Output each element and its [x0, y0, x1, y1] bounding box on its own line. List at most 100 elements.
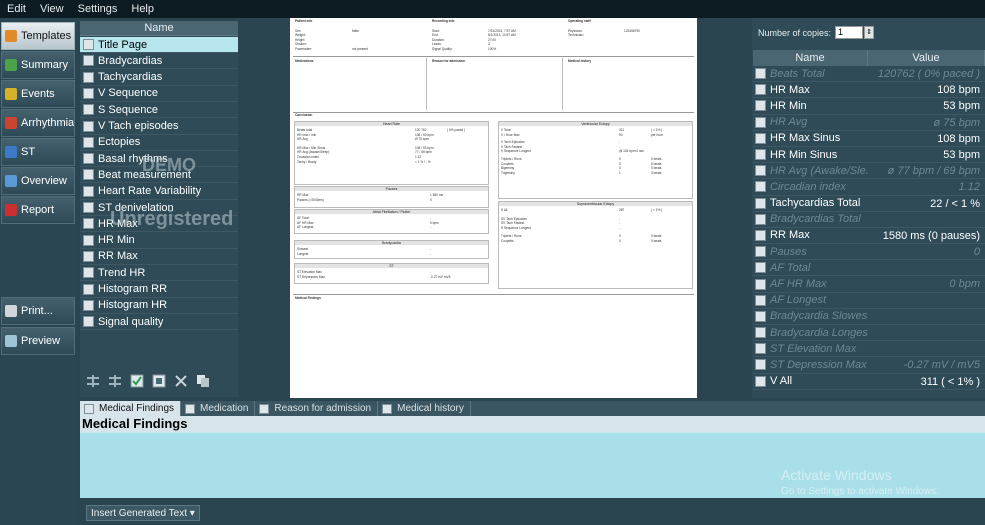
list-item[interactable]: Heart Rate Variability: [80, 184, 238, 200]
list-item[interactable]: ST denivelation: [80, 200, 238, 216]
value-row[interactable]: Bradycardia Longest: [753, 325, 985, 342]
list-item[interactable]: RR Max: [80, 249, 238, 265]
value-row[interactable]: AF Longest: [753, 293, 985, 309]
list-item[interactable]: HR Max: [80, 216, 238, 233]
value-row[interactable]: Circadian index 1.12: [753, 179, 985, 196]
list-item[interactable]: Trend HR: [80, 265, 238, 282]
tab-medical-history[interactable]: Medical history: [378, 401, 471, 416]
printer-icon: [4, 303, 18, 319]
page-icon: [755, 278, 766, 290]
list-item[interactable]: Ectopies: [80, 135, 238, 151]
stat-extra: 0 beats: [651, 157, 662, 161]
stat-label: S All: [501, 208, 508, 212]
insert-generated-text-button[interactable]: Insert Generated Text ▾: [86, 505, 200, 521]
value-row[interactable]: HR Max Sinus 108 bpm: [753, 131, 985, 147]
list-item[interactable]: V Tach episodes: [80, 119, 238, 135]
value-row-name: Tachycardias Total: [753, 196, 868, 211]
bottom-tabs: Medical Findings Medication Reason for adm…: [80, 401, 985, 416]
value-row[interactable]: AF Total: [753, 260, 985, 277]
stat-label: V Sequence Longest: [501, 149, 531, 154]
list-item[interactable]: Beat measurement: [80, 167, 238, 184]
list-item[interactable]: S Sequence: [80, 102, 238, 119]
uncheck-all-icon[interactable]: [152, 374, 166, 388]
stat-value: -: [619, 225, 621, 230]
collapse-icon[interactable]: [86, 374, 100, 388]
stat-value: 1.12: [415, 155, 422, 159]
tab-medical-findings[interactable]: Medical Findings: [80, 401, 182, 416]
list-item[interactable]: Title Page: [80, 37, 238, 53]
value-row-label: HR Min Sinus: [770, 148, 838, 161]
check-all-icon[interactable]: [130, 374, 144, 388]
value-row-label: AF Total: [770, 261, 811, 274]
menu-edit[interactable]: Edit: [0, 3, 33, 15]
value-row[interactable]: ST Elevation Max: [753, 341, 985, 358]
value-row[interactable]: Tachycardias Total 22 / < 1 %: [753, 196, 985, 212]
value-row[interactable]: Bradycardias Total: [753, 212, 985, 228]
value-row[interactable]: HR Min Sinus 53 bpm: [753, 147, 985, 164]
list-item[interactable]: V Sequence: [80, 86, 238, 102]
list-item[interactable]: Bradycardias: [80, 53, 238, 70]
stat-label: Circadian index: [297, 155, 319, 159]
tab-medication[interactable]: Medication: [181, 401, 256, 416]
value-row-value: 108 bpm: [937, 132, 980, 145]
nav-arrhythmias-button[interactable]: Arrhythmias: [1, 109, 75, 137]
stat-extra: ( < 1% ): [651, 208, 663, 212]
list-item-label: Beat measurement: [98, 168, 191, 181]
copies-input[interactable]: 1: [835, 26, 864, 39]
list-item[interactable]: Tachycardias: [80, 70, 238, 86]
value-row[interactable]: AF HR Max 0 bpm: [753, 276, 985, 293]
page-icon: [83, 299, 94, 311]
stat-label: Trigeminy: [501, 170, 515, 175]
nav-print-button[interactable]: Print...: [1, 297, 75, 325]
staff-value: 123456790: [624, 29, 640, 33]
page-icon: [755, 149, 766, 161]
nav-templates-button[interactable]: Templates: [1, 22, 75, 50]
nav-st-button[interactable]: ST: [1, 138, 75, 166]
nav-report-button[interactable]: Report: [1, 196, 75, 224]
value-row-name: Bradycardia Slowest: [753, 309, 868, 324]
value-row[interactable]: Pauses 0: [753, 244, 985, 261]
ventricular-box: Ventricular Ectopy V Total 311 ( < 1% ) V /…: [498, 121, 693, 199]
menu-settings[interactable]: Settings: [71, 3, 125, 15]
stat-extra: 0 beats: [651, 166, 662, 171]
list-item[interactable]: Basal rhythms: [80, 151, 238, 168]
page-icon: [755, 100, 766, 112]
value-row[interactable]: Bradycardia Slowest: [753, 309, 985, 325]
copies-spinner[interactable]: ⇕: [864, 26, 875, 39]
pauses-title: Pauses: [295, 187, 488, 191]
expand-icon[interactable]: [108, 374, 122, 388]
value-row-label: HR Min: [770, 99, 807, 112]
ventricular-title: Ventricular Ectopy: [499, 122, 692, 126]
tab-reason-for-admission[interactable]: Reason for admission: [255, 401, 379, 416]
menu-help[interactable]: Help: [124, 3, 161, 15]
patient-value: Male: [352, 29, 359, 33]
list-item[interactable]: Histogram HR: [80, 298, 238, 314]
value-row[interactable]: HR Avg (Awake/Sle... ø 77 bpm / 69 bpm: [753, 163, 985, 180]
medical-findings-title: Medical Findings: [80, 416, 985, 432]
report-preview-area: Patient info Recording info Operating st…: [244, 18, 747, 398]
value-row-value: 53 bpm: [943, 100, 980, 113]
stat-value: 287: [619, 208, 625, 212]
copy-icon[interactable]: [196, 374, 210, 388]
value-row[interactable]: HR Min 53 bpm: [753, 98, 985, 115]
nav-events-button[interactable]: Events: [1, 80, 75, 108]
page-icon: [83, 185, 94, 197]
nav-preview-button[interactable]: Preview: [1, 327, 75, 355]
list-item[interactable]: Signal quality: [80, 314, 238, 331]
list-item[interactable]: Histogram RR: [80, 282, 238, 298]
conclusion-heading: Conclusion: [295, 113, 313, 117]
delete-icon[interactable]: [174, 374, 188, 388]
list-item[interactable]: HR Min: [80, 233, 238, 249]
st-icon: [4, 144, 18, 160]
nav-summary-button[interactable]: Summary: [1, 51, 75, 79]
value-row[interactable]: RR Max 1580 ms (0 pauses): [753, 228, 985, 245]
menu-view[interactable]: View: [33, 3, 71, 15]
value-row[interactable]: ST Depression Max -0.27 mV / mV5: [753, 357, 985, 374]
value-row[interactable]: HR Avg ø 75 bpm: [753, 115, 985, 131]
value-row[interactable]: HR Max 108 bpm: [753, 82, 985, 99]
nav-overview-button[interactable]: Overview: [1, 167, 75, 195]
value-row[interactable]: Beats Total 120762 ( 0% paced ): [753, 66, 985, 83]
value-row-value: ø 75 bpm: [933, 116, 980, 129]
divider: [293, 294, 694, 295]
value-row[interactable]: V All 311 ( < 1% ): [753, 374, 985, 390]
